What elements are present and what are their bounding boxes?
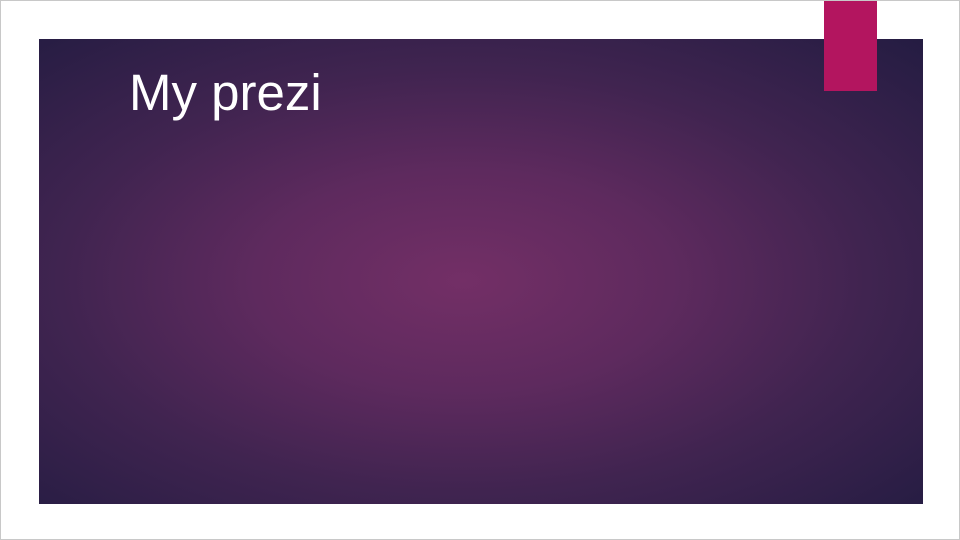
slide-title[interactable]: My prezi: [129, 67, 322, 118]
accent-tab: [824, 1, 877, 91]
page-canvas: My prezi: [0, 0, 960, 540]
